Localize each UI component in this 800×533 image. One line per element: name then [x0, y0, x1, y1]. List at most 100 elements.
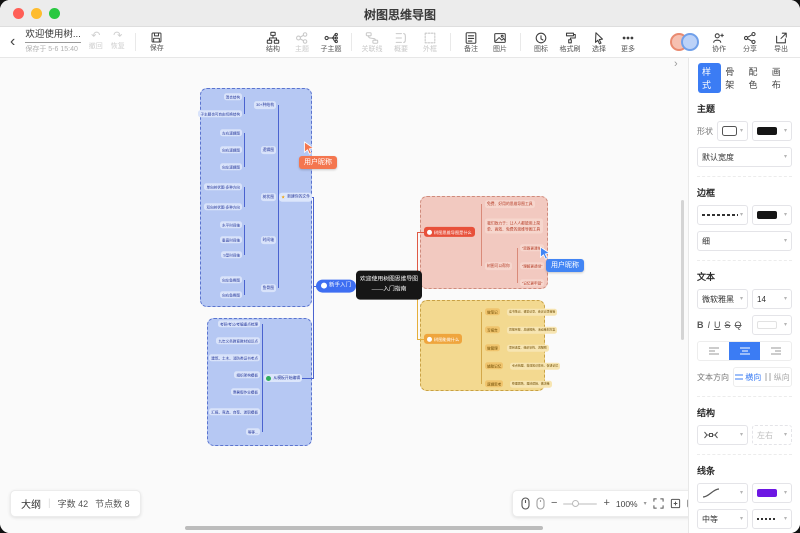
width-select[interactable]: 默认宽度▾: [697, 147, 792, 167]
zoom-caret-icon[interactable]: ▾: [644, 500, 647, 507]
undo-button[interactable]: ↶撤回: [89, 31, 103, 51]
layout-select[interactable]: 左右▾: [752, 425, 792, 445]
node-tree[interactable]: 树状图: [261, 193, 276, 201]
node-starter[interactable]: 新手入门: [316, 280, 356, 293]
underline-button[interactable]: U: [714, 320, 721, 330]
line-dash-select[interactable]: ▾: [752, 509, 792, 529]
fullscreen-icon[interactable]: [670, 498, 681, 509]
node-template-root[interactable]: 从模板开始编辑: [264, 374, 302, 382]
border-style-select[interactable]: ▾: [697, 205, 748, 225]
node-leaf[interactable]: 单向树状图-多种方向: [204, 183, 242, 190]
zoom-slider-handle[interactable]: [572, 500, 579, 507]
node-leaf[interactable]: 双向树状图-多种方向: [204, 203, 242, 210]
node-logic[interactable]: 逻辑图: [261, 146, 276, 154]
node-leaf[interactable]: 向左鱼骨图: [220, 276, 242, 283]
frame-button[interactable]: 外框: [419, 31, 441, 53]
node-leaf[interactable]: 等等...: [246, 428, 260, 435]
node-leaf[interactable]: 九年义务教育教材知识点: [216, 337, 260, 344]
structure-button[interactable]: 结构: [262, 31, 284, 53]
theme-button[interactable]: 主题: [291, 31, 313, 53]
node-leaf[interactable]: 考点梳理、搭建知识体系、促进记忆: [510, 363, 560, 370]
image-button[interactable]: 图片: [489, 31, 511, 53]
horizontal-scrollbar[interactable]: [185, 526, 543, 530]
icon-button[interactable]: 图标: [530, 31, 552, 53]
node-leaf[interactable]: 向右鱼骨图: [220, 291, 242, 298]
avatar-collaborator-2[interactable]: [681, 33, 699, 51]
select-button[interactable]: 选择: [588, 31, 610, 53]
node-leaf[interactable]: 免费、好用的思维导图工具: [485, 200, 535, 208]
doc-title[interactable]: 欢迎使用树...: [25, 29, 80, 42]
line-style-select[interactable]: ▾: [697, 483, 748, 503]
italic-button[interactable]: I: [708, 320, 711, 330]
node-leaf[interactable]: 我们致力于：让人人都能用上简单、高效、免费的思维导图工具: [485, 218, 543, 233]
format-painter-button[interactable]: 格式刷: [559, 31, 581, 53]
node-leaf[interactable]: 子主题也可自由切换结构: [198, 110, 242, 117]
redo-button[interactable]: ↷恢复: [111, 31, 125, 51]
node-what-can[interactable]: 树图能做什么: [424, 334, 462, 344]
border-weight-select[interactable]: 细▾: [697, 231, 792, 251]
node-leaf[interactable]: 组织架构模板: [234, 371, 260, 378]
zoom-in-button[interactable]: +: [603, 498, 609, 509]
text-color-select[interactable]: ▾: [752, 315, 792, 335]
shape-color-select[interactable]: ▾: [752, 121, 792, 141]
clear-format-button[interactable]: Q: [735, 320, 742, 330]
node-what-is[interactable]: 树图思维导图是什么: [424, 227, 475, 237]
share-button[interactable]: 分享: [739, 31, 761, 53]
node-leaf[interactable]: 汇报、竞选、自荐、述职模板: [209, 408, 260, 415]
frame-what-is[interactable]: [420, 196, 548, 289]
node-help[interactable]: 树图可以帮你: [485, 262, 512, 270]
node-leaf[interactable]: 整理思路、理清逻辑、做决策: [510, 381, 552, 388]
node-leaf[interactable]: 左右逻辑图: [220, 129, 242, 136]
zoom-slider[interactable]: [563, 503, 597, 505]
node-leaf[interactable]: 考研/考公/考编重点梳理: [218, 320, 260, 327]
node-fishbone[interactable]: 鱼骨图: [261, 284, 276, 292]
tab-canvas[interactable]: 画布: [768, 63, 791, 93]
drag-mode-icon[interactable]: [536, 497, 545, 510]
node-leaf[interactable]: 水平时间轴: [220, 221, 242, 228]
node-mid[interactable]: 辅助记忆: [485, 362, 503, 369]
direction-vertical-button[interactable]: 纵向: [763, 368, 792, 386]
summary-button[interactable]: 概要: [390, 31, 412, 53]
node-leaf[interactable]: 混合结构: [224, 93, 242, 100]
fit-screen-icon[interactable]: [653, 498, 664, 509]
border-color-select[interactable]: ▾: [752, 205, 792, 225]
font-size-select[interactable]: 14▾: [752, 289, 792, 309]
node-mid[interactable]: 做管理: [485, 344, 500, 351]
central-topic[interactable]: 欢迎使用树图思维导图 ——入门指南: [356, 271, 422, 300]
node-mid[interactable]: 做笔记: [485, 308, 500, 315]
tab-style[interactable]: 样式: [698, 63, 721, 93]
align-right-button[interactable]: [760, 342, 791, 360]
node-structures[interactable]: 30+种结构: [254, 101, 276, 109]
back-button[interactable]: ‹: [10, 34, 15, 50]
panel-scrollbar[interactable]: [681, 200, 684, 340]
bold-button[interactable]: B: [697, 320, 704, 330]
structure-select[interactable]: ▾: [697, 425, 748, 445]
node-leaf[interactable]: “记忆更牢固”: [520, 279, 544, 286]
node-leaf[interactable]: 向左逻辑图: [220, 163, 242, 170]
tab-skeleton[interactable]: 骨架: [721, 63, 744, 93]
map-canvas[interactable]: 欢迎使用树图思维导图 ——入门指南 新手入门 ★ 新建你的文件 30+种结构 混…: [0, 0, 800, 533]
zoom-out-button[interactable]: −: [551, 498, 557, 509]
collaborate-button[interactable]: 协作: [708, 31, 730, 53]
line-color-select[interactable]: ▾: [752, 483, 792, 503]
note-button[interactable]: 备注: [460, 31, 482, 53]
export-button[interactable]: 导出: [770, 31, 792, 53]
node-mid[interactable]: 写报告: [485, 326, 500, 333]
node-leaf[interactable]: 垂直时间轴: [220, 236, 242, 243]
node-leaf[interactable]: 读书笔记、课堂记录、会议记录等等: [507, 309, 557, 316]
zoom-percent[interactable]: 100%: [616, 499, 638, 509]
direction-horizontal-button[interactable]: 横向: [734, 368, 763, 386]
align-left-button[interactable]: [698, 342, 729, 360]
shape-select[interactable]: ▾: [717, 121, 748, 141]
align-center-button[interactable]: [729, 342, 760, 360]
node-leaf[interactable]: 建筑、土木、消防类证书考点: [209, 354, 260, 361]
more-button[interactable]: 更多: [617, 31, 639, 53]
node-mid[interactable]: 逻辑思考: [485, 380, 503, 387]
node-timeline[interactable]: 时间轴: [261, 236, 276, 244]
node-leaf[interactable]: 周报月报、总结报告、活动策划方案: [507, 327, 557, 334]
tab-colors[interactable]: 配色: [745, 63, 768, 93]
relation-line-button[interactable]: 关联线: [361, 31, 383, 53]
node-leaf[interactable]: 向右逻辑图: [220, 146, 242, 153]
node-leaf[interactable]: 项目进度、组织架构、流程图: [507, 345, 549, 352]
node-create-file[interactable]: ★ 新建你的文件: [279, 193, 312, 202]
